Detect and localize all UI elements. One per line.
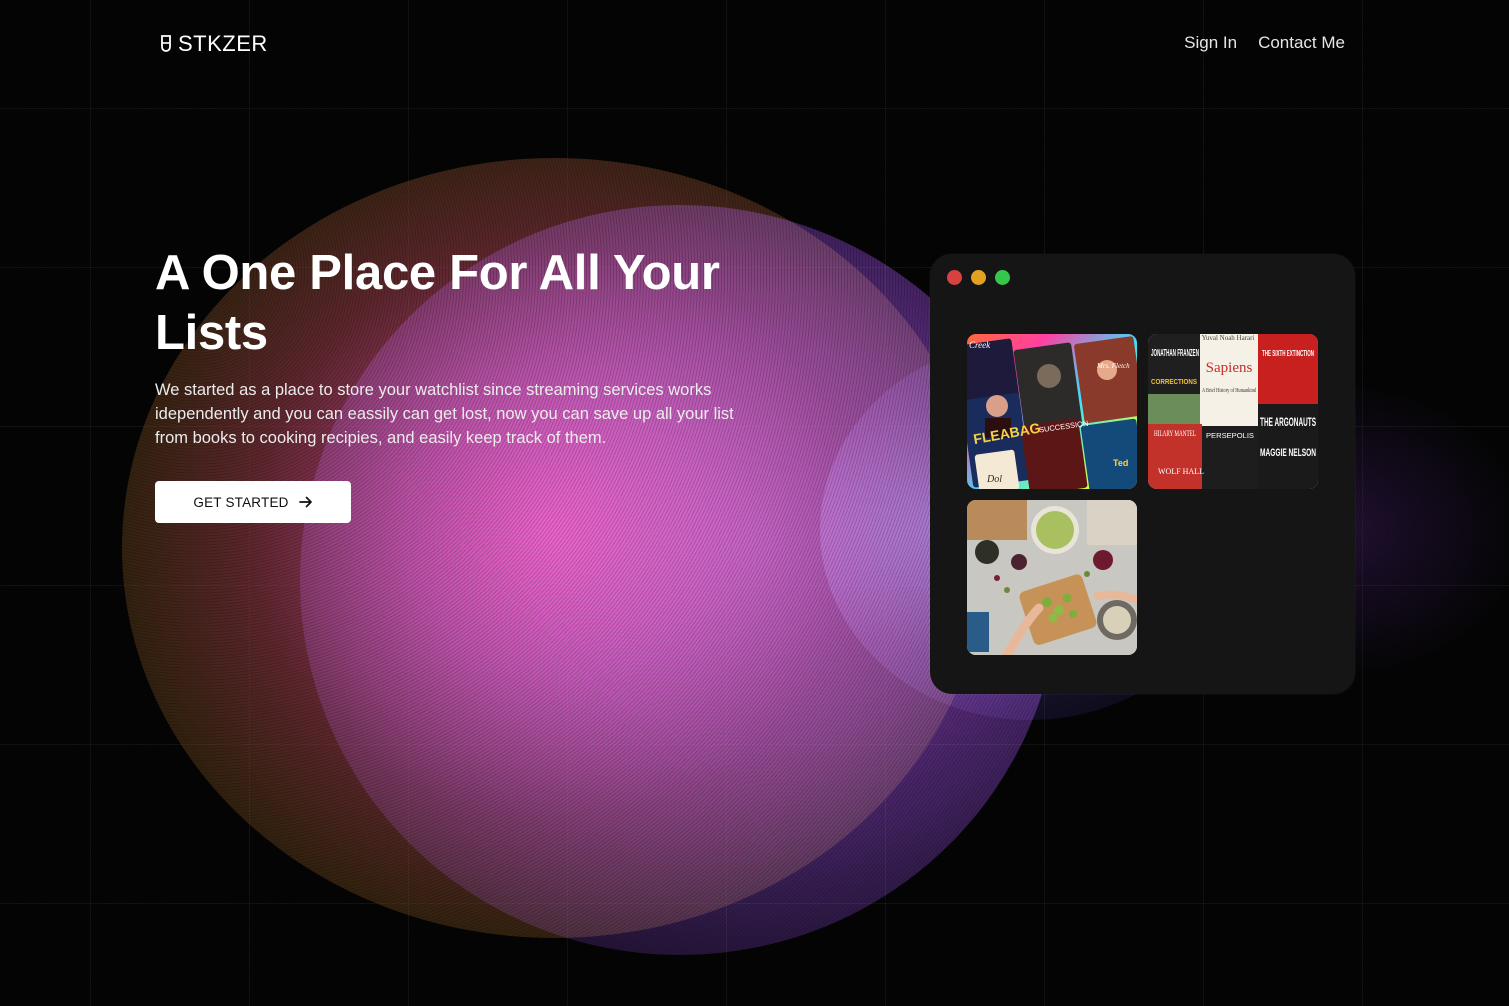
book-author-mantel: HILARY MANTEL: [1154, 429, 1196, 438]
cooking-photo-image: [967, 500, 1137, 655]
books-tile[interactable]: Yuval Noah Harari JONATHAN FRANZEN CORRE…: [1148, 334, 1318, 489]
watchlist-tile[interactable]: Creek Mrs. Fletch FLEABAG SUCCESSION Dol…: [967, 334, 1137, 489]
tile-text-dol: Dol: [986, 474, 1002, 485]
tile-text-mrs: Mrs. Fletch: [1096, 362, 1130, 370]
book-title-argonauts: THE ARGONAUTS: [1260, 415, 1316, 429]
book-title-persepolis: PERSEPOLIS: [1206, 431, 1254, 440]
book-author-harari: Yuval Noah Harari: [1202, 334, 1255, 342]
arrow-right-icon: [298, 496, 312, 508]
hero-description: We started as a place to store your watc…: [155, 381, 734, 447]
brand-name: STKZER: [178, 31, 268, 56]
books-collage-image: Yuval Noah Harari JONATHAN FRANZEN CORRE…: [1148, 334, 1318, 489]
lists-preview-window: Creek Mrs. Fletch FLEABAG SUCCESSION Dol…: [930, 254, 1355, 694]
sign-in-link[interactable]: Sign In: [1184, 33, 1237, 53]
book-author-franzen: JONATHAN FRANZEN: [1151, 348, 1199, 359]
tile-text-creek: Creek: [969, 340, 991, 350]
book-author-nelson: MAGGIE NELSON: [1260, 447, 1316, 459]
book-title-wolf-hall: WOLF HALL: [1158, 467, 1204, 476]
book-subtitle-sapiens: A Brief History of Humankind: [1202, 387, 1257, 394]
tv-shows-collage-image: Creek Mrs. Fletch FLEABAG SUCCESSION Dol…: [967, 336, 1137, 489]
brand-logo[interactable]: STKZER: [159, 31, 268, 57]
get-started-button[interactable]: GET STARTED: [155, 481, 351, 523]
site-header: STKZER Sign In Contact Me: [0, 0, 1509, 86]
book-title-sapiens: Sapiens: [1206, 360, 1253, 376]
book-title-corrections: CORRECTIONS: [1151, 377, 1197, 386]
book-title-sixth-extinction: THE SIXTH EXTINCTION: [1262, 349, 1314, 358]
minimize-dot[interactable]: [971, 270, 986, 285]
contact-link[interactable]: Contact Me: [1258, 33, 1345, 53]
hero-title: A One Place For All Your Lists: [155, 246, 720, 360]
top-nav: Sign In Contact Me: [1184, 33, 1345, 53]
recipes-tile[interactable]: [967, 500, 1137, 655]
get-started-label: GET STARTED: [193, 494, 289, 510]
landing-page: STKZER Sign In Contact Me A One Place Fo…: [0, 0, 1509, 1006]
window-controls: [947, 270, 1010, 285]
tile-text-ted: Ted: [1113, 458, 1128, 468]
close-dot[interactable]: [947, 270, 962, 285]
shield-outline-icon: [161, 35, 171, 52]
maximize-dot[interactable]: [995, 270, 1010, 285]
